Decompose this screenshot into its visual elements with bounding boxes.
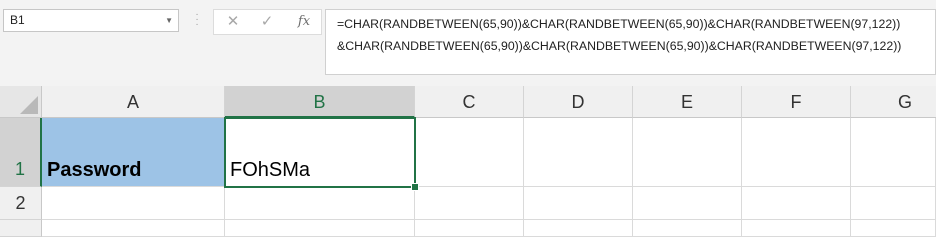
column-header-d[interactable]: D bbox=[524, 86, 633, 118]
cell-c2[interactable] bbox=[415, 187, 524, 220]
row-header-3[interactable] bbox=[0, 220, 42, 237]
column-header-f[interactable]: F bbox=[742, 86, 851, 118]
cell-b2[interactable] bbox=[225, 187, 415, 220]
formula-bar: B1 ▼ · · · ✕ ✓ fx =CHAR(RANDBETWEEN(65,90)… bbox=[0, 0, 936, 86]
formula-text-line-2: &CHAR(RANDBETWEEN(65,90))&CHAR(RANDBETWE… bbox=[337, 39, 902, 53]
cell-b3[interactable] bbox=[225, 220, 415, 237]
drag-handle-icon[interactable]: · · · bbox=[195, 10, 199, 30]
column-header-b[interactable]: B bbox=[225, 86, 415, 118]
cell-f2[interactable] bbox=[742, 187, 851, 220]
cell-e1[interactable] bbox=[633, 118, 742, 187]
fx-icon[interactable]: fx bbox=[293, 12, 315, 32]
select-all-icon bbox=[20, 96, 38, 114]
row-header-2[interactable]: 2 bbox=[0, 187, 42, 220]
cancel-icon[interactable]: ✕ bbox=[222, 12, 244, 32]
cell-g2[interactable] bbox=[851, 187, 936, 220]
cell-f1[interactable] bbox=[742, 118, 851, 187]
cell-c3[interactable] bbox=[415, 220, 524, 237]
cell-a1[interactable]: Password bbox=[42, 118, 225, 187]
cell-g3[interactable] bbox=[851, 220, 936, 237]
cell-a1-text: Password bbox=[47, 159, 142, 181]
cell-d3[interactable] bbox=[524, 220, 633, 237]
name-box[interactable]: B1 ▼ bbox=[3, 9, 179, 32]
cell-c1[interactable] bbox=[415, 118, 524, 187]
column-header-g[interactable]: G bbox=[851, 86, 936, 118]
name-box-value: B1 bbox=[10, 13, 25, 27]
fill-handle[interactable] bbox=[411, 183, 419, 191]
cell-g1[interactable] bbox=[851, 118, 936, 187]
active-cell-border bbox=[224, 117, 416, 188]
cell-e3[interactable] bbox=[633, 220, 742, 237]
chevron-down-icon[interactable]: ▼ bbox=[165, 10, 173, 31]
row-header-1[interactable]: 1 bbox=[0, 118, 42, 187]
enter-icon[interactable]: ✓ bbox=[256, 12, 278, 32]
formula-input[interactable]: =CHAR(RANDBETWEEN(65,90))&CHAR(RANDBETWE… bbox=[325, 9, 936, 75]
cell-e2[interactable] bbox=[633, 187, 742, 220]
cell-a2[interactable] bbox=[42, 187, 225, 220]
column-header-e[interactable]: E bbox=[633, 86, 742, 118]
cell-d1[interactable] bbox=[524, 118, 633, 187]
column-header-a[interactable]: A bbox=[42, 86, 225, 118]
column-header-c[interactable]: C bbox=[415, 86, 524, 118]
formula-buttons: ✕ ✓ fx bbox=[213, 9, 322, 35]
cell-f3[interactable] bbox=[742, 220, 851, 237]
cell-a3[interactable] bbox=[42, 220, 225, 237]
formula-text-line-1: =CHAR(RANDBETWEEN(65,90))&CHAR(RANDBETWE… bbox=[337, 17, 901, 31]
select-all-button[interactable] bbox=[0, 86, 42, 118]
cell-d2[interactable] bbox=[524, 187, 633, 220]
